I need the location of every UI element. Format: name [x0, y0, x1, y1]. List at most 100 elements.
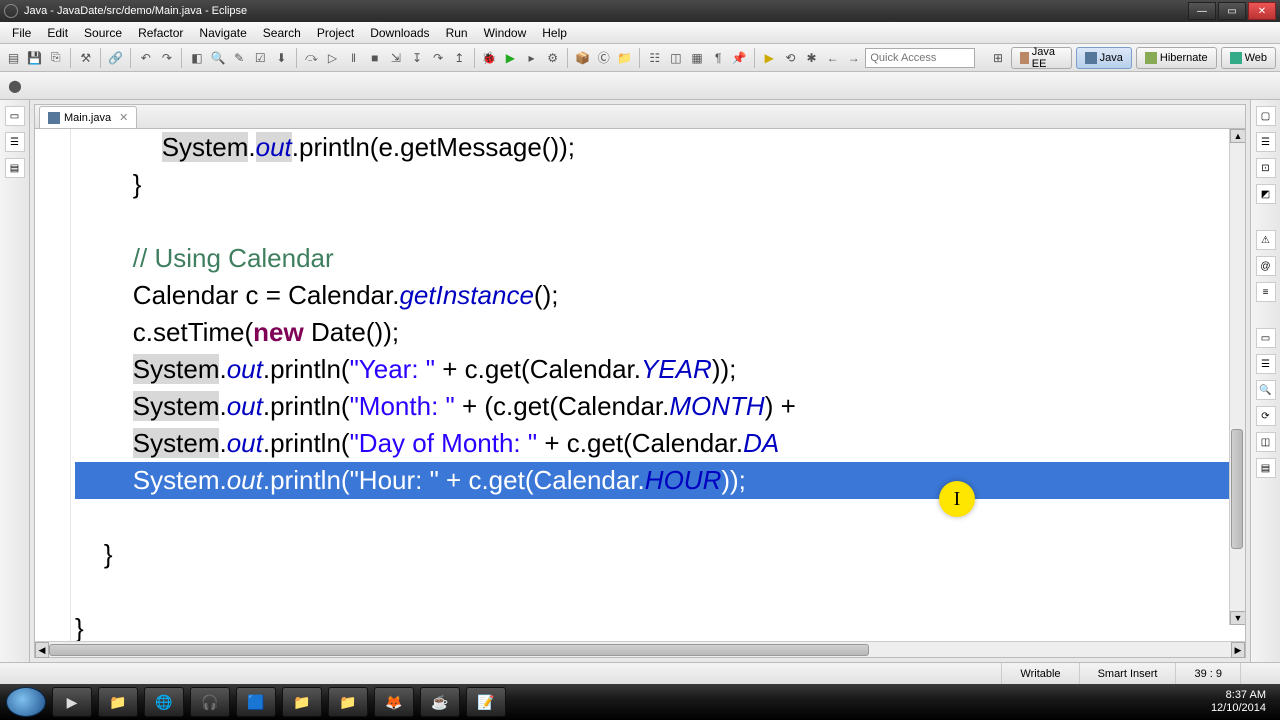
debug-disconnect-icon[interactable]: ⇲ [386, 47, 405, 69]
open-type-icon[interactable]: ◧ [187, 47, 206, 69]
taskbar-app-3[interactable]: 🎧 [190, 687, 230, 717]
scroll-up-icon[interactable]: ▲ [1230, 129, 1245, 143]
perspective-java-ee[interactable]: Java EE [1011, 47, 1072, 69]
download-icon[interactable]: ⬇ [272, 47, 291, 69]
taskbar-app-9[interactable]: 📝 [466, 687, 506, 717]
restore-package-explorer-icon[interactable]: ▭ [5, 106, 25, 126]
search-icon[interactable]: 🔍 [208, 47, 227, 69]
code-line[interactable]: System.out.println("Month: " + (c.get(Ca… [75, 388, 1245, 425]
prev-annotation-icon[interactable]: ⟲ [781, 47, 800, 69]
restore-tasklist-icon[interactable]: ☰ [1256, 132, 1276, 152]
back-icon[interactable]: ← [823, 47, 842, 69]
code-line[interactable] [75, 573, 1245, 610]
code-line[interactable]: c.setTime(new Date()); [75, 314, 1245, 351]
vscroll-thumb[interactable] [1231, 429, 1243, 549]
restore-problems-icon[interactable]: ⚠ [1256, 230, 1276, 250]
run-icon[interactable]: ▶ [501, 47, 520, 69]
last-edit-icon[interactable]: ✱ [802, 47, 821, 69]
menu-edit[interactable]: Edit [39, 26, 76, 40]
taskbar-app-4[interactable]: 🟦 [236, 687, 276, 717]
code-line[interactable]: System.out.println(e.getMessage()); [75, 129, 1245, 166]
task-icon[interactable]: ☑ [251, 47, 270, 69]
debug-skip-icon[interactable]: ⤼ [302, 47, 321, 69]
restore-console-icon[interactable]: ▭ [1256, 328, 1276, 348]
restore-tasks-icon[interactable]: ⊡ [1256, 158, 1276, 178]
restore-progress-icon[interactable]: ▤ [1256, 458, 1276, 478]
scroll-right-icon[interactable]: ▶ [1231, 642, 1245, 658]
tab-close-icon[interactable]: ✕ [119, 111, 128, 124]
code-line[interactable]: System.out.println("Hour: " + c.get(Cale… [75, 462, 1245, 499]
code-line[interactable]: // Using Calendar [75, 240, 1245, 277]
menu-refactor[interactable]: Refactor [130, 26, 191, 40]
perspective-java[interactable]: Java [1076, 47, 1132, 69]
taskbar-app-2[interactable]: 🌐 [144, 687, 184, 717]
debug-resume-icon[interactable]: ▷ [323, 47, 342, 69]
start-button[interactable] [6, 687, 46, 717]
menu-downloads[interactable]: Downloads [362, 26, 437, 40]
menu-search[interactable]: Search [255, 26, 309, 40]
taskbar-app-6[interactable]: 📁 [328, 687, 368, 717]
code-editor[interactable]: System.out.println(e.getMessage()); } //… [35, 129, 1245, 641]
restore-navigator-icon[interactable]: ▤ [5, 158, 25, 178]
menu-run[interactable]: Run [438, 26, 476, 40]
taskbar-app-8[interactable]: ☕ [420, 687, 460, 717]
perspective-hibernate[interactable]: Hibernate [1136, 47, 1217, 69]
new-folder-icon[interactable]: 📁 [615, 47, 634, 69]
restore-search-icon[interactable]: 🔍 [1256, 380, 1276, 400]
hscroll-thumb[interactable] [49, 644, 869, 656]
restore-hierarchy-icon[interactable]: ☰ [5, 132, 25, 152]
run-last-icon[interactable]: ▸ [522, 47, 541, 69]
toggle-block-icon[interactable]: ▦ [688, 47, 707, 69]
save-icon[interactable]: 💾 [25, 47, 44, 69]
toggle-mark-icon[interactable]: ◫ [666, 47, 685, 69]
menu-source[interactable]: Source [76, 26, 130, 40]
code-line[interactable] [75, 499, 1245, 536]
coverage-icon[interactable]: ⬤ [4, 75, 26, 97]
forward-icon[interactable]: → [844, 47, 863, 69]
tab-main-java[interactable]: Main.java ✕ [39, 106, 137, 128]
code-line[interactable]: } [75, 610, 1245, 641]
taskbar-app-5[interactable]: 📁 [282, 687, 322, 717]
restore-outline2-icon[interactable]: ◩ [1256, 184, 1276, 204]
link-icon[interactable]: 🔗 [106, 47, 125, 69]
menu-window[interactable]: Window [476, 26, 535, 40]
perspective-web[interactable]: Web [1221, 47, 1276, 69]
restore-servers-icon[interactable]: ☰ [1256, 354, 1276, 374]
system-clock[interactable]: 8:37 AM 12/10/2014 [1211, 689, 1274, 715]
code-line[interactable]: Calendar c = Calendar.getInstance(); [75, 277, 1245, 314]
menu-help[interactable]: Help [534, 26, 575, 40]
restore-declaration-icon[interactable]: ≡ [1256, 282, 1276, 302]
pin-icon[interactable]: 📌 [730, 47, 749, 69]
undo-icon[interactable]: ↶ [136, 47, 155, 69]
vertical-scrollbar[interactable]: ▲ ▼ [1229, 129, 1245, 625]
restore-outline-icon[interactable]: ▢ [1256, 106, 1276, 126]
taskbar-app-7[interactable]: 🦊 [374, 687, 414, 717]
step-into-icon[interactable]: ↧ [407, 47, 426, 69]
toggle-breadcrumb-icon[interactable]: ☷ [645, 47, 664, 69]
step-return-icon[interactable]: ↥ [450, 47, 469, 69]
next-annotation-icon[interactable]: ▶ [760, 47, 779, 69]
horizontal-scrollbar[interactable]: ◀ ▶ [35, 641, 1245, 657]
menu-file[interactable]: File [4, 26, 39, 40]
new-package-icon[interactable]: 📦 [573, 47, 592, 69]
annotate-icon[interactable]: ✎ [230, 47, 249, 69]
redo-icon[interactable]: ↷ [157, 47, 176, 69]
external-tools-icon[interactable]: ⚙ [543, 47, 562, 69]
code-line[interactable]: } [75, 166, 1245, 203]
menu-project[interactable]: Project [309, 26, 362, 40]
restore-history-icon[interactable]: ⟳ [1256, 406, 1276, 426]
code-line[interactable]: } [75, 536, 1245, 573]
scroll-left-icon[interactable]: ◀ [35, 642, 49, 658]
save-all-icon[interactable]: ⎘ [46, 47, 65, 69]
close-button[interactable]: ✕ [1248, 2, 1276, 20]
code-line[interactable]: System.out.println("Year: " + c.get(Cale… [75, 351, 1245, 388]
minimize-button[interactable]: — [1188, 2, 1216, 20]
scroll-down-icon[interactable]: ▼ [1230, 611, 1245, 625]
restore-snippets-icon[interactable]: ◫ [1256, 432, 1276, 452]
menu-navigate[interactable]: Navigate [191, 26, 254, 40]
code-line[interactable]: System.out.println("Day of Month: " + c.… [75, 425, 1245, 462]
maximize-button[interactable]: ▭ [1218, 2, 1246, 20]
new-icon[interactable]: ▤ [4, 47, 23, 69]
open-perspective-icon[interactable]: ⊞ [989, 47, 1006, 69]
quick-access-input[interactable] [865, 48, 975, 68]
